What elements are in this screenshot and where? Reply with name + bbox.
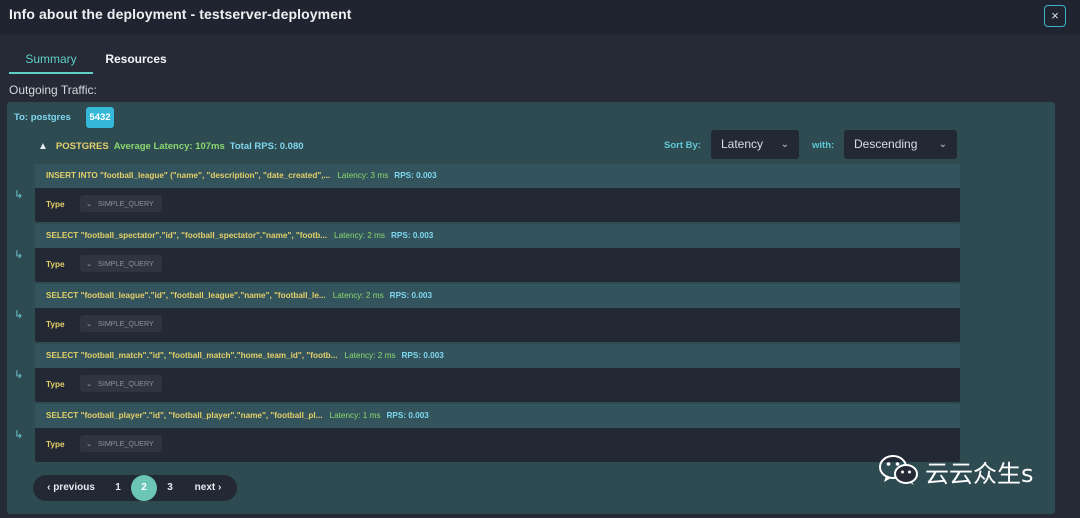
chevron-down-icon: ⌄ xyxy=(86,379,93,388)
query-card: SELECT "football_match"."id", "football_… xyxy=(35,344,960,402)
chevron-down-icon: ⌄ xyxy=(86,439,93,448)
port-badge: 5432 xyxy=(86,107,114,128)
query-text: SELECT "football_league"."id", "football… xyxy=(46,291,326,300)
tab-summary[interactable]: Summary xyxy=(9,44,93,74)
tab-resources[interactable]: Resources xyxy=(93,44,179,74)
wechat-icon xyxy=(879,455,918,485)
chevron-down-icon: ⌄ xyxy=(86,319,93,328)
query-card: SELECT "football_spectator"."id", "footb… xyxy=(35,224,960,282)
tab-bar: Summary Resources xyxy=(9,44,309,76)
query-header[interactable]: SELECT "football_spectator"."id", "footb… xyxy=(35,224,960,248)
query-text: SELECT "football_player"."id", "football… xyxy=(46,411,323,420)
type-value: SIMPLE_QUERY xyxy=(98,379,154,388)
query-text: SELECT "football_match"."id", "football_… xyxy=(46,351,338,360)
query-header[interactable]: SELECT "football_league"."id", "football… xyxy=(35,284,960,308)
return-arrow-icon: ↳ xyxy=(14,249,24,261)
average-latency: Average Latency: 107ms xyxy=(113,141,225,152)
query-rps: RPS: 0.003 xyxy=(401,351,444,360)
target-label: To: postgres xyxy=(14,112,71,123)
chevron-down-icon: ⌄ xyxy=(86,199,93,208)
chevron-down-icon: ⌄ xyxy=(938,139,947,150)
chevron-down-icon: ⌄ xyxy=(86,259,93,268)
page-3-button[interactable]: 3 xyxy=(161,475,179,501)
type-dropdown[interactable]: ⌄ SIMPLE_QUERY xyxy=(80,255,162,272)
type-dropdown[interactable]: ⌄ SIMPLE_QUERY xyxy=(80,435,162,452)
chevron-down-icon: ⌄ xyxy=(780,139,789,150)
type-label: Type xyxy=(46,320,65,329)
with-label: with: xyxy=(812,140,835,151)
watermark-text: 云云众生s xyxy=(925,460,1034,488)
sort-order-select[interactable]: Descending ⌄ xyxy=(844,130,957,159)
sort-by-select[interactable]: Latency ⌄ xyxy=(711,130,799,159)
type-value: SIMPLE_QUERY xyxy=(98,319,154,328)
previous-page-button[interactable]: ‹ previous xyxy=(39,475,103,501)
pagination: ‹ previous 1 2 3 next › xyxy=(33,475,237,501)
dialog-title: Info about the deployment - testserver-d… xyxy=(9,6,352,22)
query-latency: Latency: 3 ms xyxy=(337,171,389,180)
query-text: INSERT INTO "football_league" ("name", "… xyxy=(46,171,331,180)
query-latency: Latency: 2 ms xyxy=(334,231,386,240)
query-rps: RPS: 0.003 xyxy=(391,231,434,240)
query-card: SELECT "football_player"."id", "football… xyxy=(35,404,960,462)
chevron-up-icon[interactable]: ▲ xyxy=(38,141,48,152)
type-label: Type xyxy=(46,380,65,389)
query-header[interactable]: SELECT "football_match"."id", "football_… xyxy=(35,344,960,368)
type-value: SIMPLE_QUERY xyxy=(98,259,154,268)
type-label: Type xyxy=(46,260,65,269)
query-rps: RPS: 0.003 xyxy=(386,411,429,420)
type-value: SIMPLE_QUERY xyxy=(98,199,154,208)
type-label: Type xyxy=(46,200,65,209)
type-label: Type xyxy=(46,440,65,449)
query-header[interactable]: INSERT INTO "football_league" ("name", "… xyxy=(35,164,960,188)
outgoing-traffic-heading: Outgoing Traffic: xyxy=(9,83,97,97)
dialog-header: Info about the deployment - testserver-d… xyxy=(0,0,1080,34)
query-latency: Latency: 2 ms xyxy=(344,351,396,360)
query-latency: Latency: 1 ms xyxy=(329,411,381,420)
close-icon[interactable]: × xyxy=(1044,5,1066,27)
next-page-button[interactable]: next › xyxy=(185,475,231,501)
return-arrow-icon: ↳ xyxy=(14,369,24,381)
sort-order-value: Descending xyxy=(854,137,918,151)
query-latency: Latency: 2 ms xyxy=(332,291,384,300)
next-label: next xyxy=(194,482,216,493)
type-dropdown[interactable]: ⌄ SIMPLE_QUERY xyxy=(80,375,162,392)
query-header[interactable]: SELECT "football_player"."id", "football… xyxy=(35,404,960,428)
previous-label: previous xyxy=(53,482,95,493)
sort-by-label: Sort By: xyxy=(664,140,701,151)
chevron-right-icon: › xyxy=(215,482,222,493)
page-1-button[interactable]: 1 xyxy=(109,475,127,501)
sort-by-value: Latency xyxy=(721,137,764,151)
database-name: POSTGRES xyxy=(55,141,109,152)
return-arrow-icon: ↳ xyxy=(14,189,24,201)
page-2-button[interactable]: 2 xyxy=(131,475,157,501)
type-value: SIMPLE_QUERY xyxy=(98,439,154,448)
query-card: INSERT INTO "football_league" ("name", "… xyxy=(35,164,960,222)
query-text: SELECT "football_spectator"."id", "footb… xyxy=(46,231,328,240)
type-dropdown[interactable]: ⌄ SIMPLE_QUERY xyxy=(80,195,162,212)
return-arrow-icon: ↳ xyxy=(14,309,24,321)
database-header[interactable]: ▲ POSTGRES Average Latency: 107ms Total RPS… xyxy=(38,141,309,152)
query-rps: RPS: 0.003 xyxy=(394,171,437,180)
query-rps: RPS: 0.003 xyxy=(389,291,432,300)
return-arrow-icon: ↳ xyxy=(14,429,24,441)
query-card: SELECT "football_league"."id", "football… xyxy=(35,284,960,342)
total-rps: Total RPS: 0.080 xyxy=(229,141,304,152)
type-dropdown[interactable]: ⌄ SIMPLE_QUERY xyxy=(80,315,162,332)
